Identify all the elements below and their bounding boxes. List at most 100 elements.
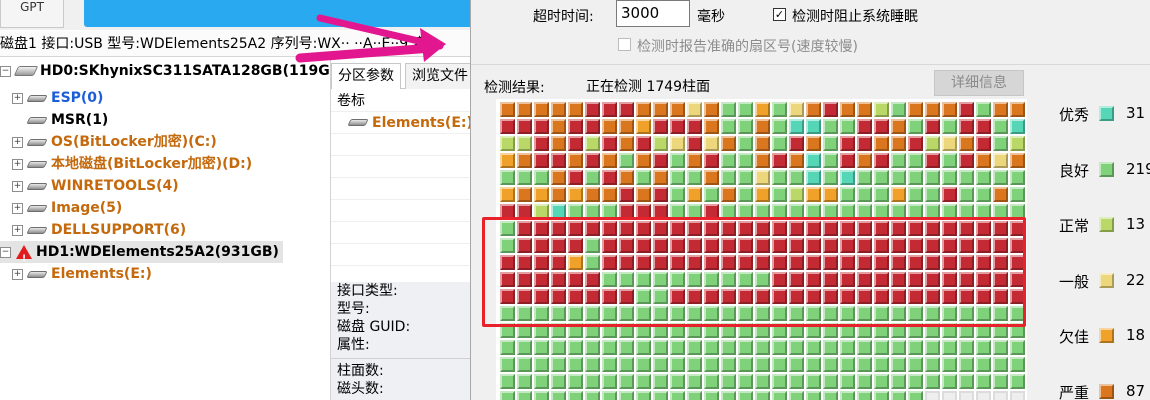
cylinder-block (891, 272, 906, 287)
cylinder-block (721, 119, 736, 134)
expand-icon[interactable]: + (12, 202, 23, 214)
cylinder-block (874, 238, 889, 253)
expand-icon[interactable]: + (12, 268, 23, 280)
cylinder-block (755, 153, 770, 168)
report-sector-checkbox[interactable] (618, 38, 631, 51)
cylinder-block (857, 238, 872, 253)
cylinder-block (925, 136, 940, 151)
cylinder-block (636, 221, 651, 236)
tree-item[interactable]: + OS(BitLocker加密)(C:) (12, 131, 217, 153)
cylinder-block (925, 170, 940, 185)
cylinder-block (687, 306, 702, 321)
cylinder-block (959, 323, 974, 338)
cylinder-block (993, 391, 1008, 400)
legend-count: 87 (1126, 382, 1146, 400)
cylinder-block (840, 187, 855, 202)
legend-label: 严重 (1059, 384, 1090, 400)
cylinder-block (755, 340, 770, 355)
cylinder-block (602, 391, 617, 400)
cylinder-block (857, 153, 872, 168)
tree-item[interactable]: + 本地磁盘(BitLocker加密)(D:) (12, 153, 252, 175)
tree-item[interactable]: −! HD1:WDElements25A2(931GB) (0, 241, 283, 264)
cylinder-block (823, 221, 838, 236)
expand-icon[interactable]: + (12, 224, 23, 236)
collapse-icon[interactable]: − (0, 246, 11, 258)
legend-swatch (1099, 273, 1114, 288)
expand-icon[interactable]: + (12, 158, 23, 170)
tree-item[interactable]: MSR(1) (12, 109, 108, 131)
cylinder-block (500, 170, 515, 185)
cylinder-block (755, 289, 770, 304)
cylinder-block (721, 136, 736, 151)
collapse-icon[interactable]: − (0, 65, 11, 77)
cylinder-block (551, 136, 566, 151)
cylinder-block (891, 391, 906, 400)
tree-item-label: HD1:WDElements25A2(931GB) (36, 244, 279, 260)
tree-item[interactable]: + WINRETOOLS(4) (12, 175, 179, 197)
cylinder-block (585, 391, 600, 400)
cylinder-block (925, 306, 940, 321)
timeout-input[interactable]: 3000 (616, 0, 690, 27)
expand-icon[interactable]: + (12, 180, 23, 192)
cylinder-block (1010, 170, 1025, 185)
prevent-sleep-checkbox[interactable]: ✓ (773, 8, 786, 21)
cylinder-block (993, 306, 1008, 321)
cylinder-block (721, 374, 736, 389)
cylinder-block (857, 136, 872, 151)
cylinder-block (925, 187, 940, 202)
tab-partition-params[interactable]: 分区参数 (331, 63, 401, 89)
tree-item[interactable]: + Elements(E:) (12, 263, 152, 285)
partition-icon (26, 270, 48, 278)
cylinder-block (772, 136, 787, 151)
cylinder-block (687, 391, 702, 400)
cylinder-block (772, 306, 787, 321)
legend-count: 219 (1126, 160, 1150, 178)
cylinder-block (585, 204, 600, 219)
cylinder-block (653, 187, 668, 202)
cylinder-block (755, 255, 770, 270)
cylinder-block (942, 340, 957, 355)
cylinder-block (942, 272, 957, 287)
cylinder-block (517, 170, 532, 185)
tree-item[interactable]: + DELLSUPPORT(6) (12, 219, 186, 241)
cylinder-block (585, 170, 600, 185)
cylinder-block (500, 255, 515, 270)
cylinder-block (1010, 357, 1025, 372)
detail-info-button[interactable]: 详细信息 (934, 70, 1024, 96)
cylinder-block (1010, 374, 1025, 389)
cylinder-block (789, 136, 804, 151)
cylinder-block (500, 272, 515, 287)
cylinder-block (568, 238, 583, 253)
volume-list-row (331, 156, 481, 178)
cylinder-block (874, 374, 889, 389)
cylinder-block (568, 119, 583, 134)
expand-icon[interactable]: + (12, 136, 23, 148)
cylinder-block (653, 170, 668, 185)
cylinder-block (636, 238, 651, 253)
legend-count: 18 (1126, 326, 1146, 344)
cylinder-block (942, 255, 957, 270)
tree-item[interactable]: + Image(5) (12, 197, 122, 219)
cylinder-block (908, 238, 923, 253)
tree-item[interactable]: + ESP(0) (12, 87, 103, 109)
cylinder-block (602, 340, 617, 355)
legend-swatch (1099, 162, 1114, 177)
cylinder-block (517, 323, 532, 338)
cylinder-block (1010, 102, 1025, 117)
tree-item[interactable]: − HD0:SKhynixSC311SATA128GB(119GB (0, 60, 340, 82)
volume-list-item[interactable]: Elements(E:) (331, 112, 481, 134)
legend-swatch (1099, 384, 1114, 399)
tab-gpt[interactable]: GPT (0, 0, 64, 28)
cylinder-block (636, 102, 651, 117)
props-divider (331, 358, 481, 359)
cylinder-block (1010, 255, 1025, 270)
expand-icon[interactable]: + (12, 92, 23, 104)
cylinder-block (551, 323, 566, 338)
cylinder-block (653, 272, 668, 287)
prop-interface-type: 接口类型: (337, 283, 398, 299)
disk-map-bar[interactable] (84, 0, 474, 27)
cylinder-block (993, 136, 1008, 151)
cylinder-block (942, 323, 957, 338)
cylinder-block (840, 374, 855, 389)
tab-browse-files[interactable]: 浏览文件 (405, 63, 475, 89)
